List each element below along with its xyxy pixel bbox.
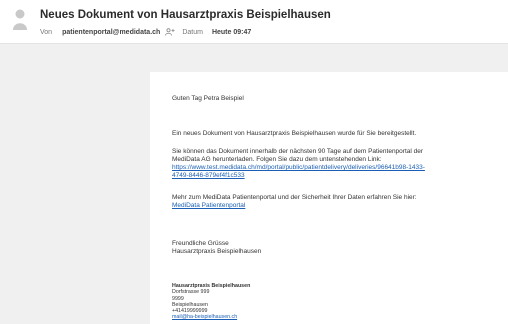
- closing-line: Freundliche Grüsse: [172, 240, 229, 247]
- paragraph-line: Mehr zum MediData Patientenportal und de…: [172, 194, 417, 201]
- from-label: Von: [40, 28, 53, 36]
- delivery-link-line2[interactable]: 4749-8446-879ef4f1c533: [172, 172, 502, 180]
- paragraph-download-info: Sie können das Dokument innerhalb der nä…: [172, 148, 502, 180]
- signature-block: Hausarztpraxis Beispielhausen Dorfstrass…: [172, 283, 250, 321]
- date-value: Heute 09:47: [211, 28, 252, 36]
- paragraph-line: MediData AG herunterladen. Folgen Sie da…: [172, 156, 382, 163]
- greeting: Guten Tag Petra Beispiel: [172, 95, 244, 102]
- paragraph-more-info: Mehr zum MediData Patientenportal und de…: [172, 194, 502, 210]
- delivery-link-line1[interactable]: https://www.test.medidata.ch/md/portal/p…: [172, 164, 502, 172]
- email-meta: Von patientenportal@medidata.ch Datum He…: [40, 28, 251, 36]
- email-header: Neues Dokument von Hausarztpraxis Beispi…: [0, 0, 508, 44]
- paragraph-line: Sie können das Dokument innerhalb der nä…: [172, 148, 424, 155]
- portal-link[interactable]: MediData Patientenportal: [172, 202, 502, 210]
- email-subject: Neues Dokument von Hausarztpraxis Beispi…: [40, 9, 331, 21]
- add-contact-icon[interactable]: [165, 28, 175, 36]
- user-avatar-icon: [13, 9, 27, 30]
- sender-address[interactable]: patientenportal@medidata.ch: [62, 29, 160, 36]
- closing: Freundliche Grüsse Hausarztpraxis Beispi…: [172, 240, 502, 256]
- paragraph-new-document: Ein neues Dokument von Hausarztpraxis Be…: [172, 130, 417, 137]
- closing-line: Hausarztpraxis Beispielhausen: [172, 248, 262, 255]
- date-label: Datum: [182, 28, 203, 36]
- signature-email-link[interactable]: mail@ha-beispielhausen.ch: [172, 314, 250, 320]
